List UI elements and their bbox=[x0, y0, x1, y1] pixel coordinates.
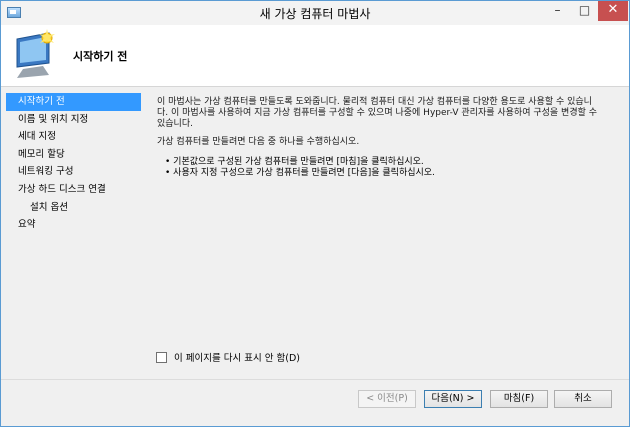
nav-step-summary[interactable]: 요약 bbox=[6, 216, 141, 234]
list-item: 기본값으로 구성된 가상 컴퓨터를 만들려면 [마침]을 클릭하십시오. bbox=[165, 157, 435, 168]
nav-step-name-location[interactable]: 이름 및 위치 지정 bbox=[6, 111, 141, 129]
title-bar[interactable]: 새 가상 컴퓨터 마법사 – □ ✕ bbox=[1, 1, 629, 25]
new-vm-wizard-icon bbox=[16, 29, 55, 78]
wizard-content: 이 마법사는 가상 컴퓨터를 만들도록 도와줍니다. 물리적 컴퓨터 대신 가상… bbox=[147, 93, 623, 378]
nav-step-memory[interactable]: 메모리 할당 bbox=[6, 146, 141, 164]
dont-show-again-checkbox[interactable] bbox=[156, 351, 167, 363]
dont-show-again-option[interactable]: 이 페이지를 다시 표시 안 함(D) bbox=[156, 350, 300, 364]
nav-step-before-you-begin[interactable]: 시작하기 전 bbox=[6, 93, 141, 111]
nav-step-install-options[interactable]: 설치 옵션 bbox=[6, 199, 141, 217]
finish-button[interactable]: 마침(F) bbox=[490, 390, 548, 408]
option-list: 기본값으로 구성된 가상 컴퓨터를 만들려면 [마침]을 클릭하십시오. 사용자… bbox=[165, 157, 435, 179]
minimize-button[interactable]: – bbox=[544, 1, 571, 21]
previous-button[interactable]: < 이전(P) bbox=[358, 390, 416, 408]
wizard-step-nav: 시작하기 전 이름 및 위치 지정 세대 지정 메모리 할당 네트워킹 구성 가… bbox=[6, 93, 141, 378]
list-item: 사용자 지정 구성으로 가상 컴퓨터를 만들려면 [다음]을 클릭하십시오. bbox=[165, 168, 435, 179]
cancel-button[interactable]: 취소 bbox=[554, 390, 612, 408]
intro-line-2: 다. 이 마법사를 사용하여 지금 가상 컴퓨터를 구성할 수 있으며 나중에 … bbox=[157, 107, 598, 118]
dont-show-again-label[interactable]: 이 페이지를 다시 표시 안 함(D) bbox=[174, 350, 300, 364]
wizard-window: 새 가상 컴퓨터 마법사 – □ ✕ 시작하기 전 시작하기 전 이름 및 위치… bbox=[0, 0, 630, 427]
next-button[interactable]: 다음(N) > bbox=[424, 390, 482, 408]
maximize-button[interactable]: □ bbox=[571, 1, 598, 21]
window-title: 새 가상 컴퓨터 마법사 bbox=[259, 7, 371, 21]
instruction-text: 가상 컴퓨터를 만들려면 다음 중 하나를 수행하십시오. bbox=[157, 137, 360, 147]
nav-step-networking[interactable]: 네트워킹 구성 bbox=[6, 163, 141, 181]
footer-divider bbox=[1, 379, 629, 380]
close-button[interactable]: ✕ bbox=[598, 1, 628, 21]
page-title: 시작하기 전 bbox=[73, 50, 128, 63]
intro-line-3: 있습니다. bbox=[157, 118, 193, 129]
intro-paragraph: 이 마법사는 가상 컴퓨터를 만들도록 도와줍니다. 물리적 컴퓨터 대신 가상… bbox=[157, 97, 617, 129]
nav-step-virtual-disk[interactable]: 가상 하드 디스크 연결 bbox=[6, 181, 141, 199]
nav-step-generation[interactable]: 세대 지정 bbox=[6, 128, 141, 146]
wizard-header: 시작하기 전 bbox=[1, 25, 629, 87]
intro-line-1: 이 마법사는 가상 컴퓨터를 만들도록 도와줍니다. 물리적 컴퓨터 대신 가상… bbox=[157, 97, 592, 107]
